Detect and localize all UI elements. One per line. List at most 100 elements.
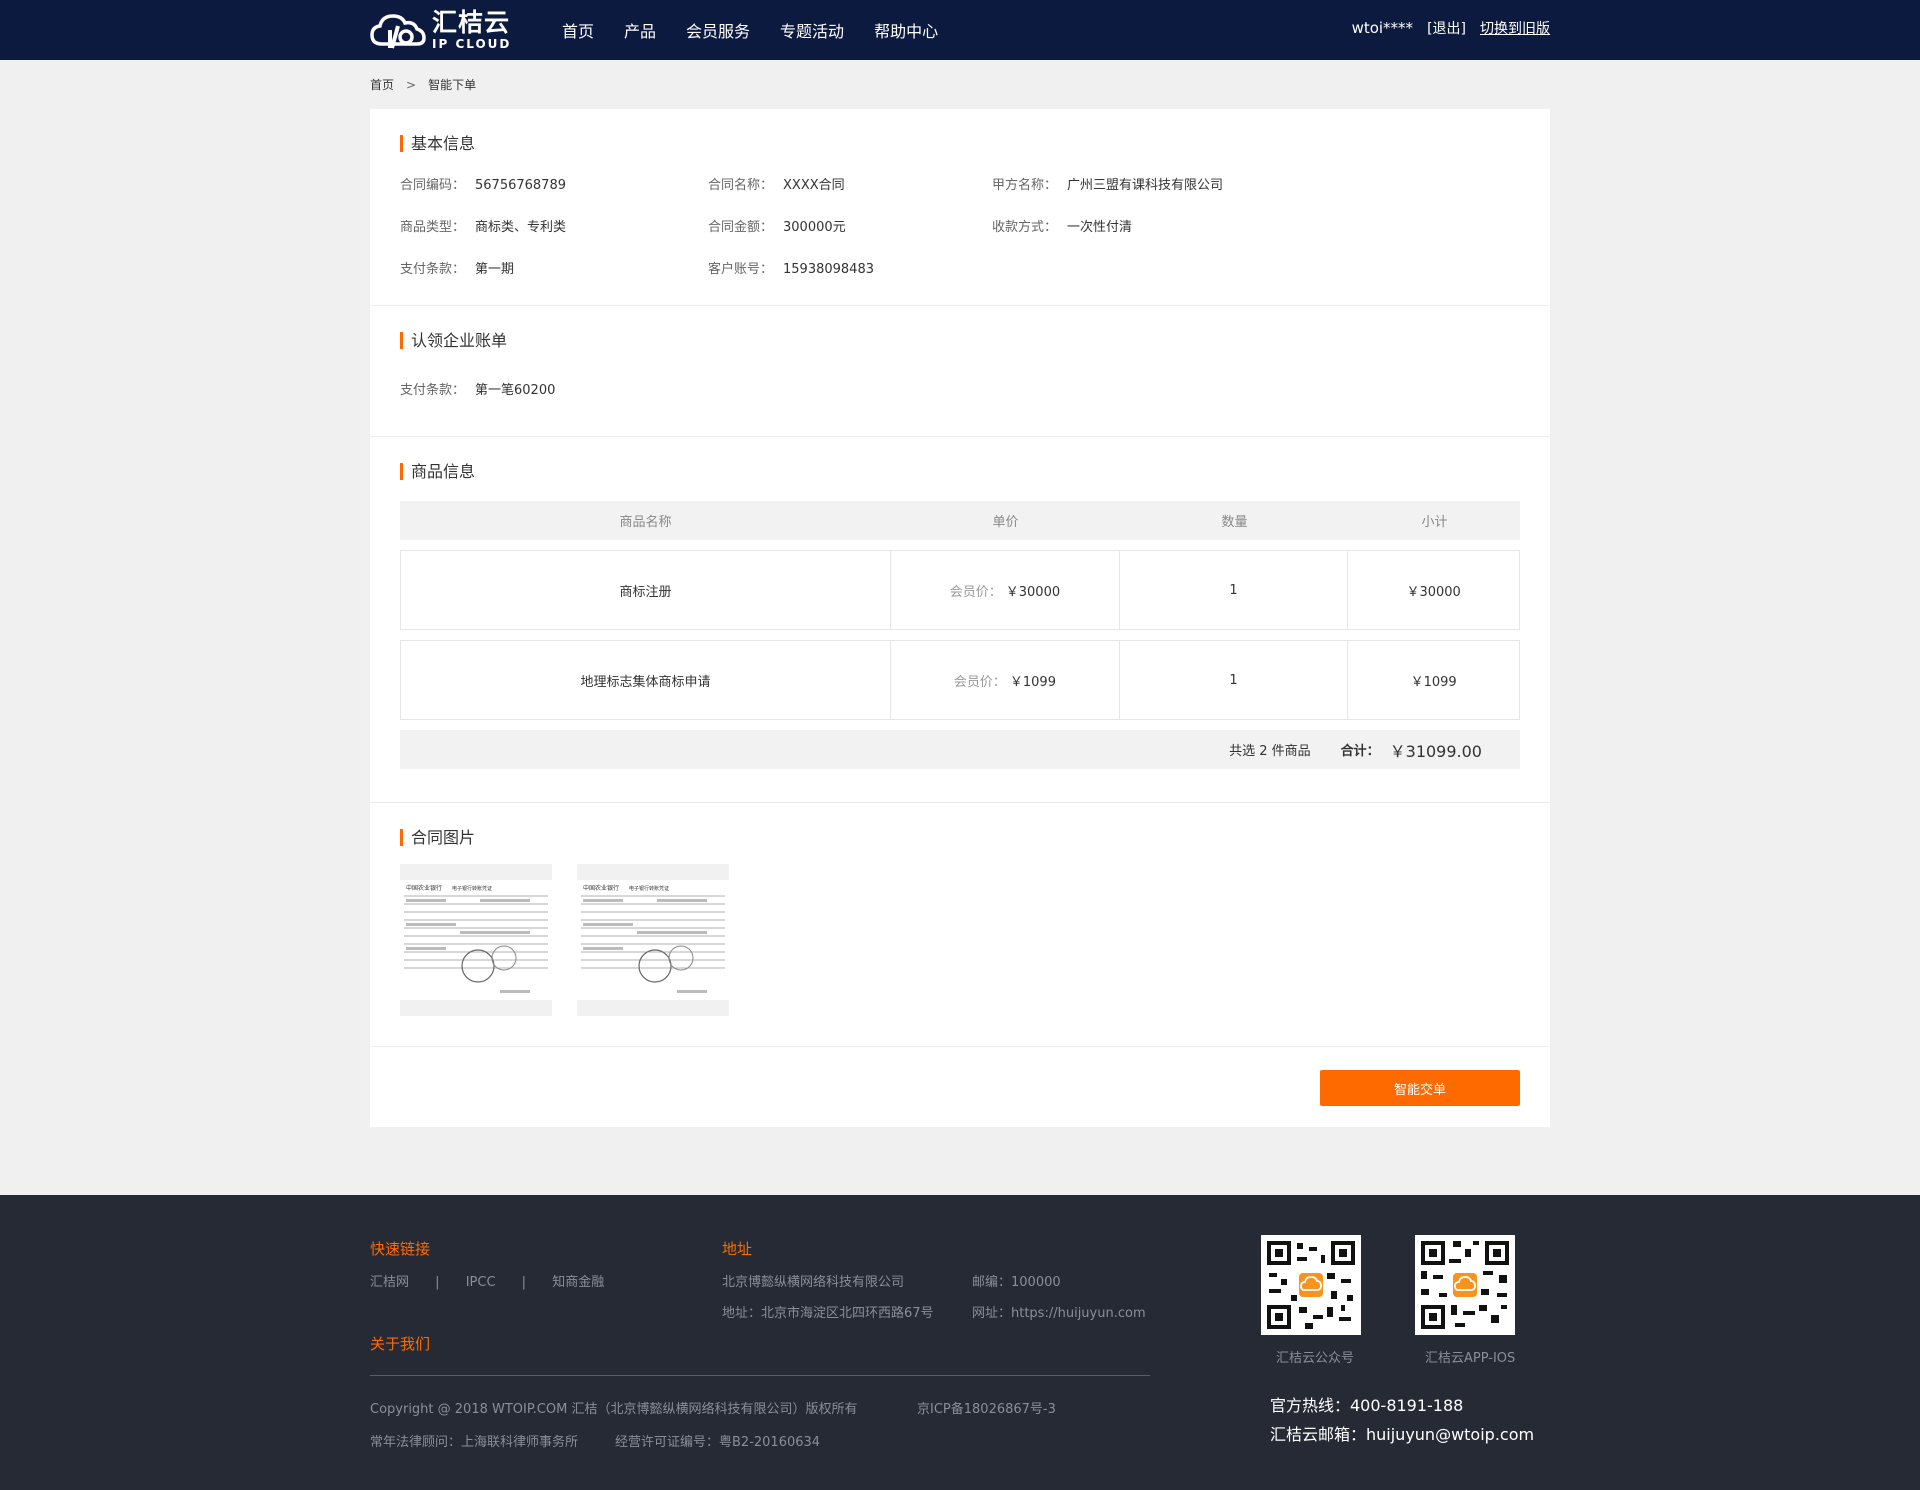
table-row: 商标注册 会员价： ￥30000 1 ￥30000 <box>400 550 1520 630</box>
footer-about-title[interactable]: 关于我们 <box>370 1333 430 1354</box>
field-value: 15938098483 <box>783 262 874 277</box>
main-nav: 首页 产品 会员服务 专题活动 帮助中心 <box>562 18 968 42</box>
goods-qty: 1 <box>1120 551 1349 629</box>
footer-lawyer: 常年法律顾问：上海联科律师事务所 <box>370 1435 579 1450</box>
field-party-a: 甲方名称： 广州三盟有课科技有限公司 <box>992 174 1520 193</box>
footer-hotline: 官方热线：400-8191-188 <box>1270 1396 1464 1415</box>
field-value: 广州三盟有课科技有限公司 <box>1067 178 1224 193</box>
footer-icp[interactable]: 京ICP备18026867号-3 <box>917 1398 1056 1417</box>
field-label: 支付条款： <box>400 262 466 277</box>
contract-image-list: 中国农业银行 电子银行转账凭证 中国农业银行 电子银行转账凭证 <box>400 864 1520 1016</box>
field-value: 一次性付清 <box>1067 220 1133 235</box>
user-box: wtoi**** [退出] 切换到旧版 <box>1352 18 1550 38</box>
nav-products[interactable]: 产品 <box>624 18 656 42</box>
footer-divider <box>370 1375 1150 1376</box>
footer-link-ipcc[interactable]: IPCC <box>466 1275 496 1290</box>
goods-subtotal: ￥1099 <box>1410 674 1457 690</box>
nav-help-center[interactable]: 帮助中心 <box>874 18 938 42</box>
section-title-bill: 认领企业账单 <box>400 332 1520 349</box>
logo[interactable]: 汇桔云 IP CLOUD <box>370 10 560 50</box>
footer-address-title: 地址 <box>722 1240 753 1258</box>
smart-submit-button[interactable]: 智能交单 <box>1320 1070 1520 1106</box>
goods-name: 商标注册 <box>401 551 892 629</box>
field-label: 合同金额： <box>708 220 774 235</box>
logo-en: IP CLOUD <box>432 37 512 51</box>
section-title-goods: 商品信息 <box>400 463 1520 480</box>
basic-info-section: 基本信息 合同编码： 56756768789 合同名称： XXXX合同 甲方名称： 广… <box>370 109 1550 306</box>
table-row: 地理标志集体商标申请 会员价： ￥1099 1 ￥1099 <box>400 640 1520 720</box>
goods-name: 地理标志集体商标申请 <box>401 641 892 719</box>
price-label: 会员价： <box>953 674 1006 690</box>
bank-receipt-image: 中国农业银行 电子银行转账凭证 <box>400 880 552 1000</box>
col-header-name: 商品名称 <box>619 515 672 530</box>
goods-section: 商品信息 商品名称 单价 数量 小计 商标注册 会员价： ￥30000 1 ￥30… <box>370 437 1550 803</box>
section-title-images: 合同图片 <box>400 829 1520 846</box>
footer-link-finance[interactable]: 知商金融 <box>552 1275 604 1290</box>
footer-link-huiju[interactable]: 汇桔网 <box>370 1275 409 1290</box>
field-value: XXXX合同 <box>783 178 845 193</box>
top-navbar: 汇桔云 IP CLOUD 首页 产品 会员服务 专题活动 帮助中心 wtoi**… <box>0 0 1920 60</box>
contract-image-thumbnail[interactable]: 中国农业银行 电子银行转账凭证 <box>400 864 552 1016</box>
link-separator: | <box>521 1275 527 1290</box>
field-amount: 合同金额： 300000元 <box>708 216 992 235</box>
footer-license: 经营许可证编号：粤B2-20160634 <box>615 1435 821 1450</box>
footer-website: 网址：https://huijuyun.com <box>972 1306 1146 1321</box>
field-label: 商品类型： <box>400 220 466 235</box>
goods-subtotal: ￥30000 <box>1406 584 1461 600</box>
goods-count: 共选 2 件商品 <box>1229 744 1311 759</box>
bill-info: 支付条款： 第一笔60200 <box>400 379 1520 398</box>
price-value: ￥30000 <box>1005 584 1061 600</box>
username: wtoi**** <box>1351 19 1414 37</box>
nav-home[interactable]: 首页 <box>562 18 594 42</box>
breadcrumb: 首页 > 智能下单 <box>370 60 1550 109</box>
basic-info-grid: 合同编码： 56756768789 合同名称： XXXX合同 甲方名称： 广州三盟有课… <box>400 174 1520 277</box>
nav-campaigns[interactable]: 专题活动 <box>780 18 844 42</box>
price-value: ￥1099 <box>1009 674 1056 690</box>
col-header-qty: 数量 <box>1221 515 1248 530</box>
goods-qty: 1 <box>1120 641 1349 719</box>
field-pay-terms: 支付条款： 第一期 <box>400 258 708 277</box>
link-separator: | <box>435 1275 440 1290</box>
switch-old-version-link[interactable]: 切换到旧版 <box>1480 18 1550 38</box>
footer-email: 汇桔云邮箱：huijuyun@wtoip.com <box>1270 1425 1535 1444</box>
qr-code-icon <box>1415 1235 1515 1335</box>
bill-section: 认领企业账单 支付条款： 第一笔60200 <box>370 306 1550 437</box>
logout-link[interactable]: [退出] <box>1427 18 1466 38</box>
field-collect-method: 收款方式： 一次性付清 <box>992 216 1520 235</box>
field-account: 客户账号： 15938098483 <box>708 258 992 277</box>
field-value: 第一笔60200 <box>475 383 556 398</box>
footer-links-title: 快速链接 <box>370 1240 431 1258</box>
footer-company: 北京博懿纵横网络科技有限公司 <box>722 1275 905 1290</box>
receipt-title: 电子银行转账凭证 <box>629 885 669 892</box>
qr-code-app <box>1415 1235 1515 1335</box>
qr-label-wechat: 汇桔云公众号 <box>1276 1351 1355 1366</box>
receipt-title: 电子银行转账凭证 <box>452 885 492 892</box>
bank-receipt-image: 中国农业银行 电子银行转账凭证 <box>577 880 729 1000</box>
field-value: 商标类、专利类 <box>475 220 567 235</box>
footer-address: 地址：北京市海淀区北四环西路67号 <box>722 1306 934 1321</box>
action-bar: 智能交单 <box>370 1047 1550 1127</box>
total-label: 合计： <box>1340 744 1380 759</box>
qr-code-wechat <box>1261 1235 1361 1335</box>
field-label: 支付条款： <box>400 383 466 398</box>
field-goods-type: 商品类型： 商标类、专利类 <box>400 216 708 235</box>
field-bill-pay-terms: 支付条款： 第一笔60200 <box>400 379 708 398</box>
field-contract-no: 合同编码： 56756768789 <box>400 174 708 193</box>
footer-zip: 邮编：100000 <box>972 1275 1061 1290</box>
goods-summary: 共选 2 件商品 合计： ￥31099.00 <box>400 730 1520 769</box>
price-label: 会员价： <box>949 584 1002 600</box>
field-label: 合同名称： <box>708 178 774 193</box>
breadcrumb-current: 智能下单 <box>428 78 477 92</box>
nav-member-services[interactable]: 会员服务 <box>686 18 750 42</box>
field-label: 客户账号： <box>708 262 774 277</box>
qr-label-app: 汇桔云APP-IOS <box>1425 1351 1516 1366</box>
col-header-price: 单价 <box>992 515 1019 530</box>
receipt-bank-name: 中国农业银行 <box>583 884 619 892</box>
field-value: 56756768789 <box>475 178 566 193</box>
cloud-logo-icon <box>370 14 426 49</box>
field-label: 合同编码： <box>400 178 466 193</box>
breadcrumb-home[interactable]: 首页 <box>370 76 394 93</box>
contract-image-thumbnail[interactable]: 中国农业银行 电子银行转账凭证 <box>577 864 729 1016</box>
breadcrumb-separator: > <box>406 77 417 92</box>
contract-images-section: 合同图片 中国农业银行 电子银行转账凭证 中国农业银行 电子银行转账凭证 <box>370 803 1550 1047</box>
